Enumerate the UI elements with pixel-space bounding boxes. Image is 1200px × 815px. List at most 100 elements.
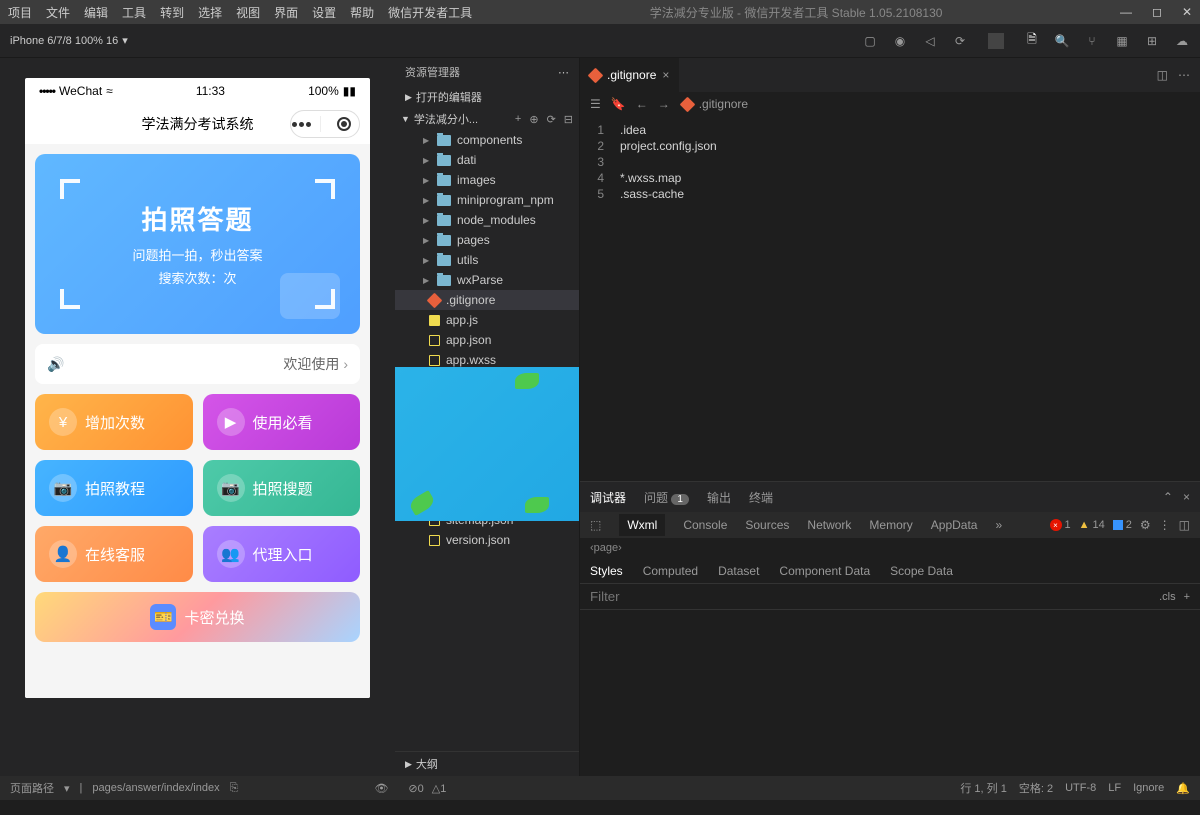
device-icon[interactable]: ▢ bbox=[862, 33, 878, 49]
copy-icon[interactable]: ⎘ bbox=[230, 782, 239, 795]
tab-scopedata[interactable]: Scope Data bbox=[890, 564, 953, 578]
menu-设置[interactable]: 设置 bbox=[312, 4, 336, 21]
tree-item[interactable]: ▶pages bbox=[395, 230, 579, 250]
plugin-icon[interactable]: ▦ bbox=[1114, 33, 1130, 49]
menu-帮助[interactable]: 帮助 bbox=[350, 4, 374, 21]
more-icon[interactable]: ⋯ bbox=[1178, 68, 1190, 82]
close-icon[interactable]: × bbox=[1183, 490, 1190, 504]
filter-input[interactable] bbox=[590, 589, 1159, 604]
forward-icon[interactable]: → bbox=[658, 97, 670, 111]
redeem-button[interactable]: 🎫 卡密兑换 bbox=[35, 592, 360, 642]
menu-项目[interactable]: 项目 bbox=[8, 4, 32, 21]
menu-文件[interactable]: 文件 bbox=[46, 4, 70, 21]
collapse-icon[interactable]: ⊟ bbox=[564, 113, 573, 126]
menu-转到[interactable]: 转到 bbox=[160, 4, 184, 21]
status-item[interactable]: 空格: 2 bbox=[1019, 780, 1053, 796]
tab-sources[interactable]: Sources bbox=[745, 518, 789, 532]
bookmark-icon[interactable]: 🔖 bbox=[611, 97, 626, 111]
tree-item[interactable]: ▶wxParse bbox=[395, 270, 579, 290]
tree-item[interactable]: app.json bbox=[395, 330, 579, 350]
app-button-0[interactable]: ¥增加次数 bbox=[35, 394, 193, 450]
dock-icon[interactable]: ◫ bbox=[1179, 518, 1190, 532]
tab-debugger[interactable]: 调试器 bbox=[590, 489, 626, 506]
status-item[interactable]: LF bbox=[1108, 782, 1121, 794]
tab-dataset[interactable]: Dataset bbox=[718, 564, 759, 578]
tab-console[interactable]: Console bbox=[683, 518, 727, 532]
record-icon[interactable]: ◉ bbox=[892, 33, 908, 49]
welcome-bar[interactable]: 🔊 欢迎使用 › bbox=[35, 344, 360, 384]
cloud-icon[interactable]: ☁ bbox=[1174, 33, 1190, 49]
app-button-4[interactable]: 👤在线客服 bbox=[35, 526, 193, 582]
inspect-icon[interactable]: ⬚ bbox=[590, 518, 601, 532]
refresh-tree-icon[interactable]: ⟳ bbox=[547, 113, 556, 126]
more-tabs-icon[interactable]: » bbox=[995, 518, 1002, 532]
tree-item[interactable]: ▶images bbox=[395, 170, 579, 190]
back-icon[interactable]: ← bbox=[636, 97, 648, 111]
git-icon[interactable]: ⑂ bbox=[1084, 33, 1100, 49]
add-style-icon[interactable]: + bbox=[1184, 591, 1190, 603]
editor-tab-gitignore[interactable]: .gitignore × bbox=[580, 58, 680, 92]
tree-item[interactable]: ▶components bbox=[395, 130, 579, 150]
gear-icon[interactable]: ⚙ bbox=[1140, 518, 1151, 532]
tab-computed[interactable]: Computed bbox=[643, 564, 698, 578]
status-item[interactable]: 行 1, 列 1 bbox=[960, 780, 1006, 796]
tab-output[interactable]: 输出 bbox=[707, 489, 731, 506]
menu-界面[interactable]: 界面 bbox=[274, 4, 298, 21]
tab-network[interactable]: Network bbox=[807, 518, 851, 532]
tree-item[interactable]: sitemap.json bbox=[395, 510, 579, 530]
menu-选择[interactable]: 选择 bbox=[198, 4, 222, 21]
open-editors-section[interactable]: ▶打开的编辑器 bbox=[395, 86, 579, 108]
split-icon[interactable]: ◫ bbox=[1157, 68, 1168, 82]
new-file-icon[interactable]: + bbox=[515, 113, 521, 126]
tree-item[interactable]: iREADME.en.md bbox=[395, 450, 579, 470]
app-button-1[interactable]: ▶使用必看 bbox=[203, 394, 361, 450]
chevron-up-icon[interactable]: ⌃ bbox=[1163, 490, 1173, 504]
tree-item[interactable]: ▶miniprogram_npm bbox=[395, 190, 579, 210]
tree-item[interactable]: iREADME.md bbox=[395, 470, 579, 490]
menu-工具[interactable]: 工具 bbox=[122, 4, 146, 21]
back-icon[interactable]: ◁ bbox=[922, 33, 938, 49]
tree-item[interactable]: app.wxss bbox=[395, 350, 579, 370]
tree-item[interactable]: ▶utils bbox=[395, 250, 579, 270]
tab-wxml[interactable]: Wxml bbox=[619, 514, 665, 536]
explorer-icon[interactable]: 🗎 bbox=[1024, 33, 1040, 49]
menu-微信开发者工具[interactable]: 微信开发者工具 bbox=[388, 4, 472, 21]
minimize-button[interactable]: — bbox=[1120, 5, 1132, 19]
tree-item[interactable]: ▶dati bbox=[395, 150, 579, 170]
refresh-icon[interactable]: ⟳ bbox=[952, 33, 968, 49]
tab-problems[interactable]: 问题 1 bbox=[644, 489, 689, 506]
close-tab-icon[interactable]: × bbox=[662, 68, 669, 82]
more-icon[interactable]: ⋯ bbox=[558, 66, 569, 79]
menu-编辑[interactable]: 编辑 bbox=[84, 4, 108, 21]
tree-item[interactable]: ▶node_modules bbox=[395, 210, 579, 230]
tab-appdata[interactable]: AppData bbox=[931, 518, 978, 532]
outline-section[interactable]: ▶大纲 bbox=[395, 751, 579, 776]
close-button[interactable]: ✕ bbox=[1182, 5, 1192, 19]
panel-icon[interactable]: ⊞ bbox=[1144, 33, 1160, 49]
device-selector[interactable]: iPhone 6/7/8 100% 16▾ bbox=[10, 34, 128, 47]
photo-card[interactable]: 拍照答题 问题拍一拍，秒出答案 搜索次数：次 bbox=[35, 154, 360, 334]
capsule-button[interactable] bbox=[290, 110, 360, 138]
tab-terminal[interactable]: 终端 bbox=[749, 489, 773, 506]
bell-icon[interactable]: 🔔 bbox=[1176, 782, 1190, 795]
tree-item[interactable]: package.json bbox=[395, 390, 579, 410]
tree-item[interactable]: app.js bbox=[395, 310, 579, 330]
eye-icon[interactable]: 👁 bbox=[374, 783, 388, 795]
app-button-3[interactable]: 📷拍照搜题 bbox=[203, 460, 361, 516]
list-icon[interactable]: ☰ bbox=[590, 97, 601, 111]
app-button-2[interactable]: 📷拍照教程 bbox=[35, 460, 193, 516]
new-folder-icon[interactable]: ⊕ bbox=[529, 113, 538, 126]
tree-item[interactable]: package-lock.json bbox=[395, 370, 579, 390]
status-item[interactable]: UTF-8 bbox=[1065, 782, 1096, 794]
cls-toggle[interactable]: .cls bbox=[1159, 591, 1176, 603]
app-button-5[interactable]: 👥代理入口 bbox=[203, 526, 361, 582]
tree-item[interactable]: siteinfo.js bbox=[395, 490, 579, 510]
tree-item[interactable]: project.private.config.js... bbox=[395, 430, 579, 450]
project-section[interactable]: ▼学法减分小... + ⊕ ⟳ ⊟ bbox=[395, 108, 579, 130]
code-editor[interactable]: 1.idea2project.config.json34*.wxss.map5.… bbox=[580, 116, 1200, 481]
maximize-button[interactable]: ◻ bbox=[1152, 5, 1162, 19]
tree-item[interactable]: project.config.json bbox=[395, 410, 579, 430]
tree-item[interactable]: .gitignore bbox=[395, 290, 579, 310]
menu-视图[interactable]: 视图 bbox=[236, 4, 260, 21]
tab-memory[interactable]: Memory bbox=[869, 518, 912, 532]
